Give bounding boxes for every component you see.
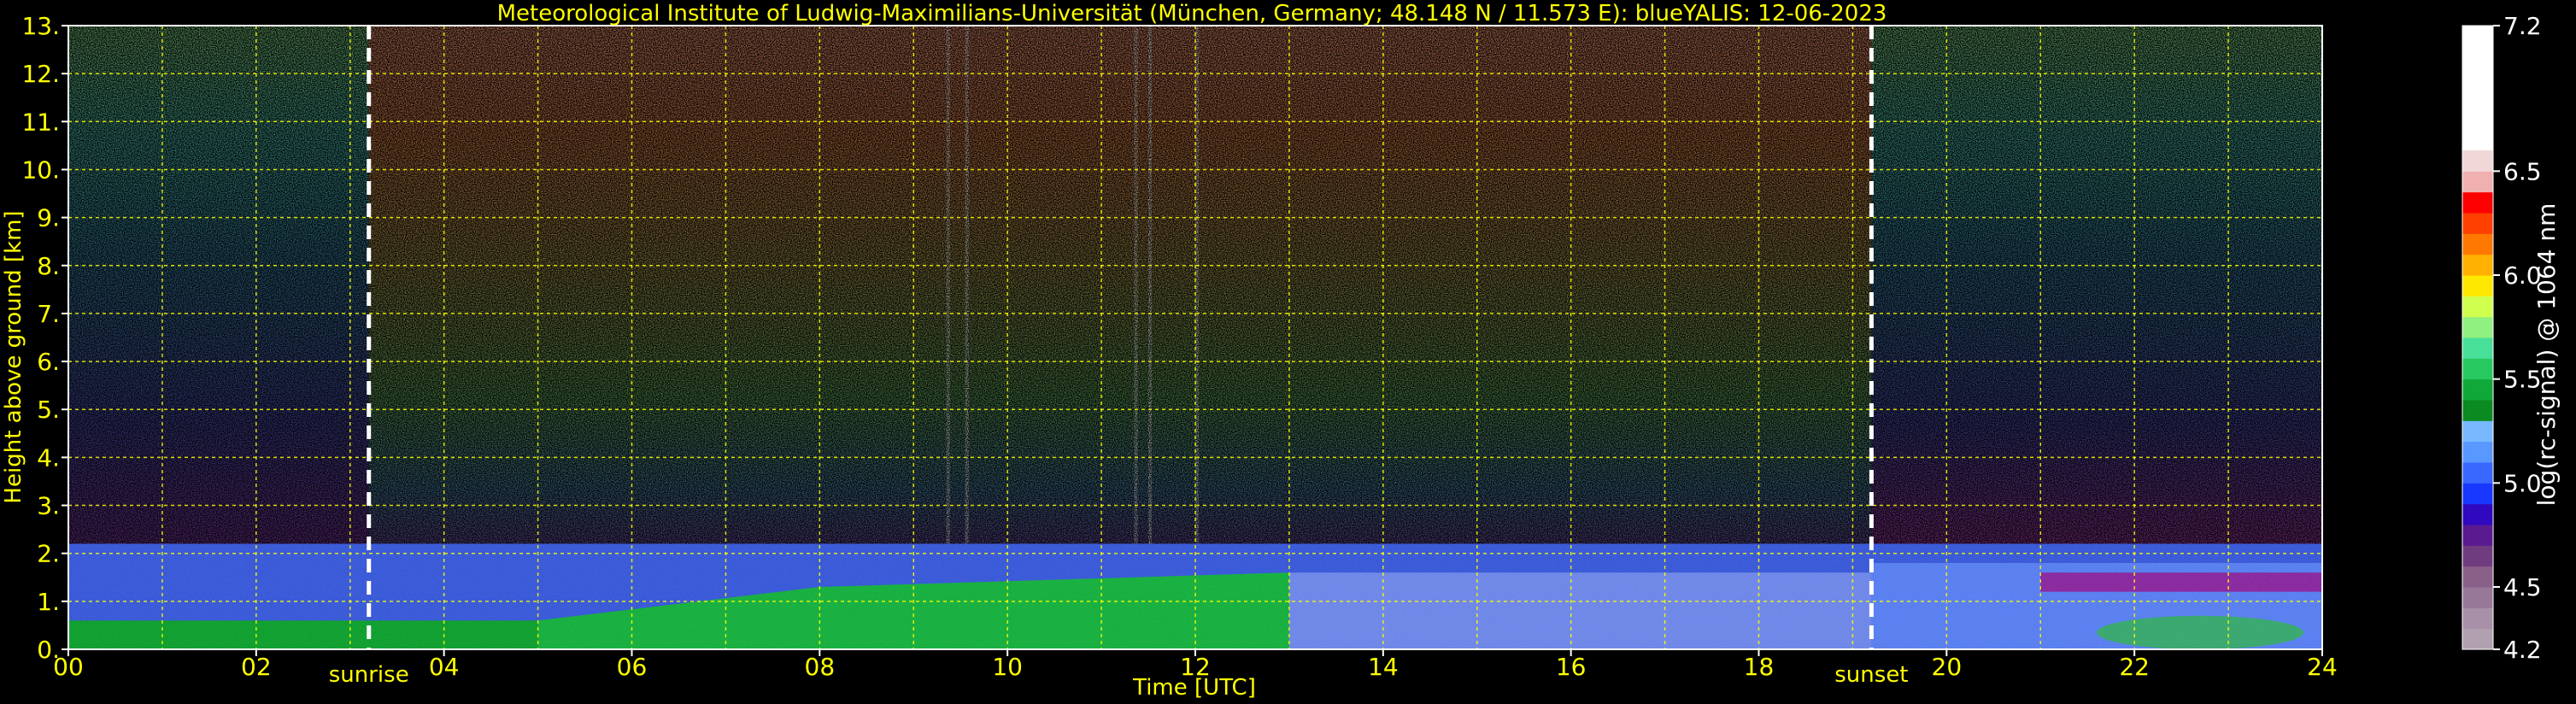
- x-tick-label: 18: [1744, 653, 1775, 681]
- y-tick-label: 11.: [21, 108, 60, 136]
- y-tick-label: 1.: [37, 588, 60, 616]
- colorbar-segment: [2462, 358, 2493, 380]
- chart-title: Meteorological Institute of Ludwig-Maxim…: [497, 1, 1887, 26]
- colorbar-segment: [2462, 191, 2493, 214]
- colorbar-segment: [2462, 275, 2493, 296]
- colorbar-segment: [2462, 316, 2493, 338]
- x-tick-label: 20: [1932, 653, 1963, 681]
- colorbar-segment: [2462, 378, 2493, 401]
- x-tick-label: 08: [805, 653, 836, 681]
- x-tick-label: 16: [1556, 653, 1587, 681]
- colorbar-segment: [2462, 213, 2493, 234]
- backscatter-field: [68, 26, 2322, 649]
- y-tick-label: 13.: [21, 12, 60, 40]
- colorbar-segment: [2462, 545, 2493, 567]
- y-tick-label: 3.: [37, 492, 60, 520]
- colorbar-tick-label: 4.5: [2503, 573, 2542, 601]
- colorbar-segment: [2462, 628, 2493, 650]
- grain-overlay: [68, 26, 2322, 649]
- sunrise-label: sunrise: [329, 662, 409, 688]
- colorbar-segment: [2462, 233, 2493, 255]
- colorbar: 4.24.55.05.56.06.57.2: [2462, 12, 2542, 664]
- colorbar-segment: [2462, 254, 2493, 276]
- colorbar-segment: [2462, 587, 2493, 608]
- colorbar-tick-label: 7.2: [2503, 12, 2542, 40]
- colorbar-segment: [2462, 441, 2493, 463]
- x-tick-label: 10: [992, 653, 1023, 681]
- colorbar-segment: [2462, 483, 2493, 505]
- colorbar-tick-label: 6.5: [2503, 157, 2542, 185]
- colorbar-label: log(rc-signal) @ 1064 nm: [2532, 203, 2561, 507]
- colorbar-tick-label: 4.2: [2503, 636, 2542, 664]
- lidar-chart: sunrise sunset 0.1.2.3.4.5.6.7.8.9.10.11.…: [1, 1, 2561, 701]
- x-tick-label: 00: [53, 653, 84, 681]
- y-tick-label: 6.: [37, 348, 60, 376]
- x-tick-label: 24: [2307, 653, 2338, 681]
- y-tick-label: 5.: [37, 396, 60, 424]
- y-tick-label: 7.: [37, 300, 60, 328]
- y-axis-label: Height above ground [km]: [1, 210, 26, 503]
- colorbar-segment: [2462, 462, 2493, 484]
- y-tick-label: 8.: [37, 252, 60, 280]
- colorbar-segment: [2462, 400, 2493, 421]
- colorbar-segment: [2462, 296, 2493, 318]
- colorbar-segment: [2462, 171, 2493, 193]
- x-tick-label: 06: [617, 653, 648, 681]
- colorbar-segment: [2462, 607, 2493, 630]
- colorbar-segment: [2462, 566, 2493, 588]
- colorbar-segment: [2462, 150, 2493, 172]
- y-tick-label: 4.: [37, 443, 60, 472]
- x-tick-label: 14: [1368, 653, 1399, 681]
- colorbar-segment: [2462, 26, 2493, 150]
- colorbar-segment: [2462, 420, 2493, 443]
- colorbar-segment: [2462, 337, 2493, 359]
- y-tick-label: 2.: [37, 540, 60, 568]
- y-tick-label: 9.: [37, 204, 60, 232]
- colorbar-segment: [2462, 525, 2493, 546]
- x-tick-label: 02: [241, 653, 272, 681]
- y-tick-label: 10.: [21, 155, 60, 184]
- x-tick-label: 04: [429, 653, 460, 681]
- colorbar-segment: [2462, 503, 2493, 525]
- x-axis-label: Time [UTC]: [1132, 675, 1256, 701]
- x-tick-label: 22: [2119, 653, 2150, 681]
- y-tick-label: 12.: [21, 60, 60, 88]
- sunset-label: sunset: [1834, 662, 1908, 688]
